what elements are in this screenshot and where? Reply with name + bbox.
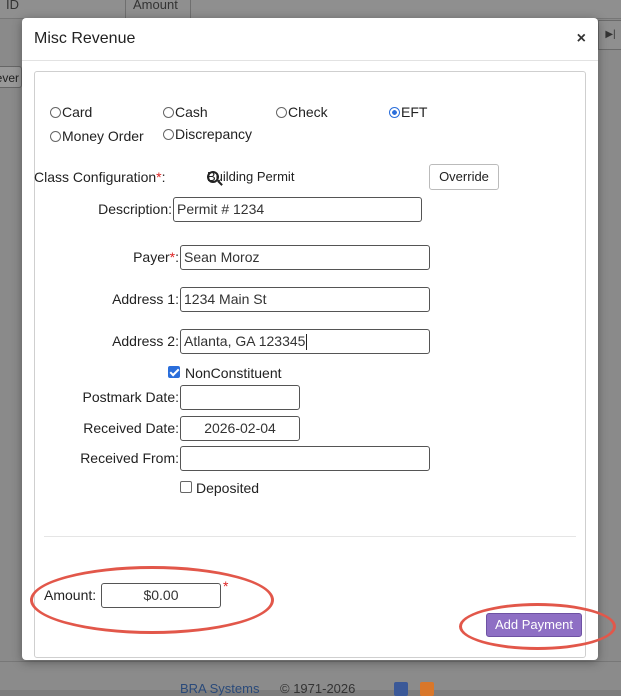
- address2-field[interactable]: Atlanta, GA 123345: [180, 329, 430, 354]
- postmark-date-field[interactable]: [180, 385, 300, 410]
- payer-label-text: Payer: [133, 249, 170, 265]
- radio-label: Money Order: [62, 128, 144, 144]
- annotation-ellipse-amount: [30, 566, 274, 634]
- radio-icon[interactable]: [50, 130, 61, 142]
- description-field[interactable]: Permit # 1234: [173, 197, 422, 222]
- radio-eft[interactable]: EFT: [389, 104, 427, 120]
- radio-icon[interactable]: [276, 106, 287, 118]
- class-configuration-text: Class Configuration: [34, 169, 157, 185]
- received-from-field[interactable]: [180, 446, 430, 471]
- address1-label: Address 1:: [112, 291, 179, 307]
- radio-label: Check: [288, 104, 328, 120]
- radio-label: Cash: [175, 104, 208, 120]
- radio-icon[interactable]: [163, 106, 174, 118]
- payer-label: Payer*:: [133, 249, 179, 265]
- text-cursor: [306, 334, 308, 351]
- background-col-amount: Amount: [133, 0, 178, 12]
- annotation-ellipse-add-payment: [459, 603, 616, 650]
- background-revenue-button: ever: [0, 66, 22, 88]
- radio-selected-icon[interactable]: [389, 106, 400, 118]
- description-label: Description:: [98, 201, 172, 217]
- deposited-label: Deposited: [196, 480, 260, 496]
- class-configuration-value: Building Permit: [207, 169, 295, 184]
- deposited-checkbox[interactable]: [180, 481, 192, 493]
- radio-cash[interactable]: Cash: [163, 104, 208, 120]
- required-mark: *: [169, 249, 176, 265]
- radio-card[interactable]: Card: [50, 104, 92, 120]
- postmark-date-label: Postmark Date:: [82, 389, 179, 405]
- divider: [22, 60, 598, 61]
- received-date-label: Received Date:: [83, 420, 179, 436]
- radio-discrepancy[interactable]: Discrepancy: [163, 126, 252, 142]
- radio-label: EFT: [401, 104, 428, 120]
- address2-label: Address 2:: [112, 333, 179, 349]
- payer-field[interactable]: Sean Moroz: [180, 245, 430, 270]
- override-button[interactable]: Override: [429, 164, 499, 190]
- radio-money-order[interactable]: Money Order: [50, 128, 144, 144]
- required-mark: *: [156, 169, 162, 185]
- address2-value: Atlanta, GA 123345: [184, 333, 306, 349]
- received-from-label: Received From:: [80, 450, 179, 466]
- background-table-header: ID Amount: [0, 0, 621, 19]
- close-icon[interactable]: ×: [577, 30, 586, 48]
- nonconstituent-label: NonConstituent: [185, 365, 282, 381]
- facebook-icon: [394, 682, 408, 696]
- radio-label: Card: [62, 104, 93, 120]
- nonconstituent-checkbox[interactable]: [168, 366, 180, 378]
- skip-end-icon: ▶|: [598, 20, 621, 50]
- modal-title: Misc Revenue: [34, 30, 136, 47]
- radio-icon[interactable]: [50, 106, 61, 118]
- class-configuration-label: Class Configuration*:: [34, 169, 166, 185]
- received-date-field[interactable]: 2026-02-04: [180, 416, 300, 441]
- radio-check[interactable]: Check: [276, 104, 328, 120]
- background-col-id: ID: [6, 0, 19, 12]
- divider: [44, 536, 576, 537]
- rss-icon: [420, 682, 434, 696]
- address1-field[interactable]: 1234 Main St: [180, 287, 430, 312]
- radio-label: Discrepancy: [175, 126, 253, 142]
- column-divider: [125, 0, 126, 18]
- column-divider: [190, 0, 191, 18]
- radio-icon[interactable]: [163, 128, 174, 140]
